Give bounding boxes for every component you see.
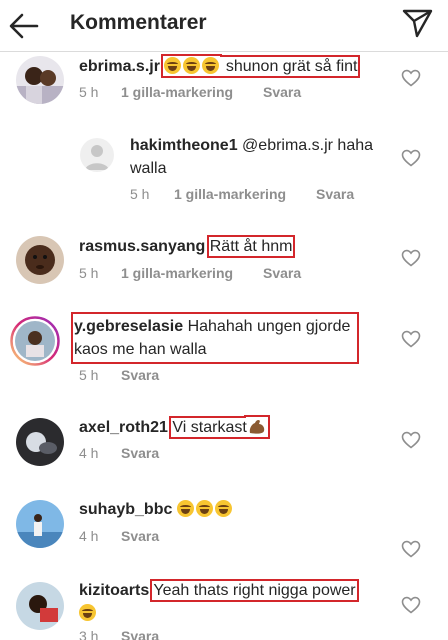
comment-meta: 5 h 1 gilla-markering Svara	[79, 265, 379, 285]
comment-text-highlighted: Yeah thats right nigga power	[150, 579, 359, 602]
tears-of-joy-emoji-icon	[195, 500, 213, 517]
comment-time: 3 h	[79, 628, 99, 640]
comment-text-line1: Hahahah ungen gjorde	[187, 318, 351, 335]
paper-plane-icon	[402, 9, 433, 38]
comment-username[interactable]: kizitoarts	[79, 582, 149, 599]
arrow-left-icon	[9, 13, 39, 39]
heart-icon[interactable]	[401, 431, 421, 449]
avatar[interactable]	[16, 582, 64, 630]
avatar-placeholder[interactable]	[80, 138, 114, 172]
reply-button[interactable]: Svara	[121, 628, 159, 640]
reply-button[interactable]: Svara	[263, 265, 301, 281]
comment-time: 5 h	[130, 186, 150, 202]
comment-highlight-box: y.gebreselasie Hahahah ungen gjorde kaos…	[70, 312, 360, 364]
heart-icon[interactable]	[401, 149, 421, 167]
avatar[interactable]	[16, 418, 64, 466]
avatar[interactable]	[16, 56, 64, 104]
heart-icon[interactable]	[401, 330, 421, 348]
reply-button[interactable]: Svara	[316, 186, 354, 202]
share-button[interactable]	[400, 6, 434, 40]
comment-kizito: kizitoarts Yeah thats right nigga power …	[0, 578, 448, 640]
avatar[interactable]	[16, 500, 64, 548]
tears-of-joy-emoji-icon	[183, 57, 201, 74]
comment-text-line1: @ebrima.s.jr haha	[242, 137, 374, 154]
heart-icon[interactable]	[401, 540, 421, 558]
comment-rasmus: rasmus.sanyang Rätt åt hnm 5 h 1 gilla-m…	[0, 232, 448, 292]
tears-of-joy-emoji-icon	[79, 604, 96, 621]
comment-text-highlighted: Vi starkast	[169, 416, 270, 439]
heart-icon[interactable]	[401, 69, 421, 87]
comment-ebrima: ebrima.s.jr shunon grät så fint 5 h 1 gi…	[0, 54, 448, 114]
likes-count-button[interactable]: 1 gilla-markering	[121, 84, 233, 100]
reply-button[interactable]: Svara	[121, 445, 159, 461]
comment-text-highlighted: shunon grät så fint	[161, 55, 361, 78]
page-title: Kommentarer	[70, 11, 207, 34]
comment-suhayb: suhayb_bbc 4 h Svara	[0, 496, 448, 558]
comment-username[interactable]: y.gebreselasie	[74, 318, 183, 335]
top-bar: Kommentarer	[0, 0, 448, 52]
comment-axel: axel_roth21 Vi starkast 4 h Svara	[0, 414, 448, 474]
comment-meta: 5 h 1 gilla-markering Svara	[79, 84, 379, 104]
comment-time: 4 h	[79, 528, 99, 544]
heart-icon[interactable]	[401, 249, 421, 267]
comment-text-line2: kaos me han walla	[74, 341, 207, 358]
comment-meta: 5 h 1 gilla-markering Svara	[130, 186, 390, 206]
comment-gebreselasie: y.gebreselasie Hahahah ungen gjorde kaos…	[0, 312, 448, 392]
comment-time: 5 h	[79, 265, 99, 281]
comment-username[interactable]: rasmus.sanyang	[79, 238, 205, 255]
comment-hakim: hakimtheone1 @ebrima.s.jr haha walla 5 h…	[0, 132, 448, 212]
comment-text: shunon grät så fint	[225, 58, 358, 75]
tears-of-joy-emoji-icon	[202, 57, 220, 74]
comment-time: 5 h	[79, 367, 99, 383]
heart-icon[interactable]	[401, 596, 421, 614]
comment-username[interactable]: suhayb_bbc	[79, 501, 172, 518]
comment-meta: 5 h Svara	[79, 367, 279, 387]
flexed-biceps-emoji-icon	[249, 419, 264, 434]
tears-of-joy-emoji-icon	[164, 57, 182, 74]
comment-time: 5 h	[79, 84, 99, 100]
comment-emoji-text	[176, 500, 234, 518]
comment-username[interactable]: axel_roth21	[79, 419, 168, 436]
reply-button[interactable]: Svara	[263, 84, 301, 100]
comment-username[interactable]: hakimtheone1	[130, 137, 238, 154]
comment-meta: 4 h Svara	[79, 528, 279, 548]
comment-meta: 4 h Svara	[79, 445, 279, 465]
avatar-with-story-ring[interactable]	[10, 316, 60, 366]
tears-of-joy-emoji-icon	[176, 500, 194, 517]
comment-text-highlighted: Rätt åt hnm	[206, 235, 296, 258]
likes-count-button[interactable]: 1 gilla-markering	[174, 186, 286, 202]
reply-button[interactable]: Svara	[121, 528, 159, 544]
reply-button[interactable]: Svara	[121, 367, 159, 383]
tears-of-joy-emoji-icon	[214, 500, 232, 517]
likes-count-button[interactable]: 1 gilla-markering	[121, 265, 233, 281]
comment-text-line2: walla	[130, 160, 167, 177]
comment-time: 4 h	[79, 445, 99, 461]
comment-meta: 3 h Svara	[79, 628, 279, 640]
comment-text: Vi starkast	[172, 419, 247, 436]
comment-username[interactable]: ebrima.s.jr	[79, 58, 160, 75]
avatar[interactable]	[16, 236, 64, 284]
back-button[interactable]	[6, 8, 42, 44]
